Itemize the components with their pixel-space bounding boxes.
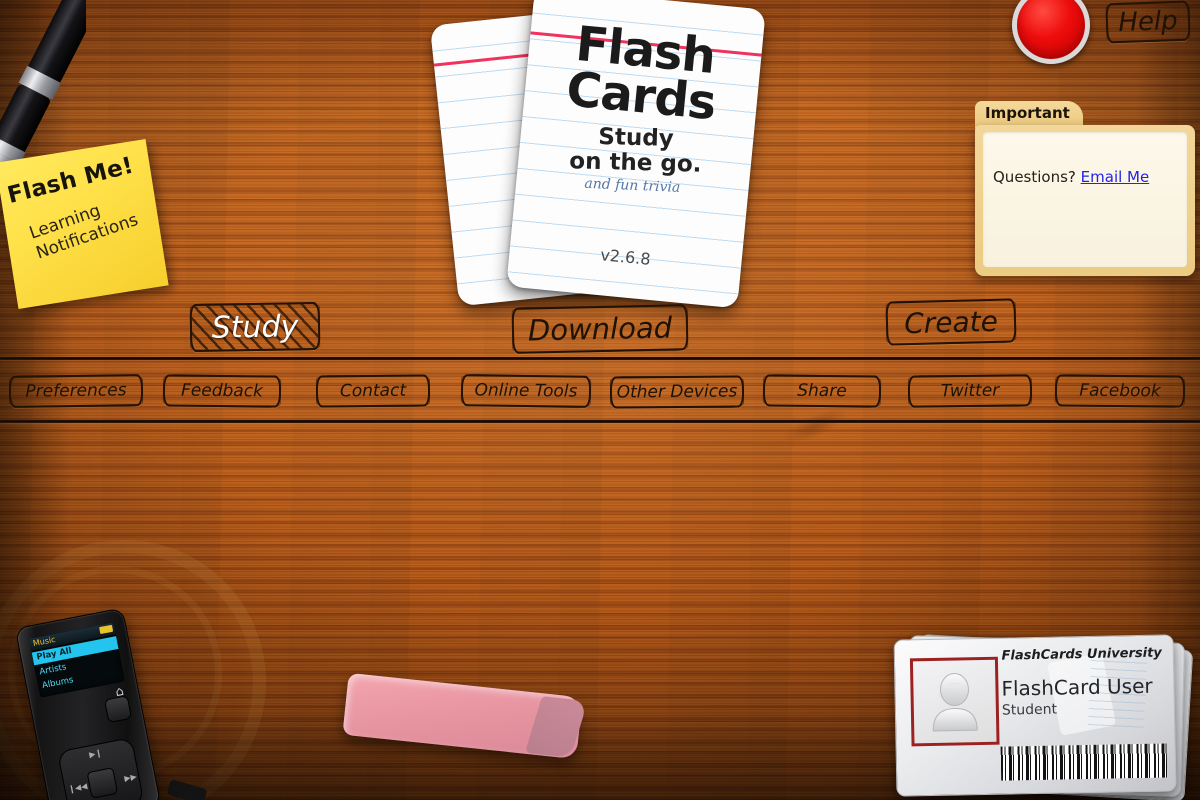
flashcard-front: Flash Cards Study on the go. and fun tri…	[506, 0, 766, 309]
important-note-text-prefix: Questions?	[993, 168, 1076, 186]
nav-button-study-label: Study	[211, 308, 299, 346]
toolbar-button-preferences[interactable]: Preferences	[8, 374, 144, 408]
id-badge-front[interactable]: FlashCards University FlashCard User Stu…	[893, 634, 1177, 797]
help-button-label: Help	[1117, 5, 1179, 39]
sticky-note-flash-me[interactable]: Flash Me! Learning Notifications	[0, 139, 169, 309]
toolbar-button-feedback-label: Feedback	[180, 380, 264, 402]
nav-button-create[interactable]: Create	[885, 298, 1017, 346]
divider-line-bottom	[0, 420, 1200, 423]
barcode-icon	[1000, 743, 1168, 781]
desktop-scene: Flash Me! Learning Notifications Flash C…	[0, 0, 1200, 800]
badge-user-name: FlashCard User	[1001, 673, 1153, 701]
app-tagline: Study on the go.	[519, 123, 752, 179]
nav-button-download[interactable]: Download	[511, 304, 689, 354]
toolbar-button-other-devices-label: Other Devices	[616, 381, 738, 403]
nav-button-study[interactable]: Study	[189, 301, 321, 353]
important-note-tab: Important	[975, 101, 1083, 128]
badge-user-role: Student	[1001, 701, 1058, 719]
help-button[interactable]: Help	[1105, 0, 1191, 44]
important-note-body: Questions? Email Me	[975, 125, 1195, 276]
toolbar-button-online-tools-label: Online Tools	[474, 380, 578, 402]
toolbar-button-preferences-label: Preferences	[25, 380, 127, 402]
nav-button-create-label: Create	[903, 304, 999, 340]
toolbar-button-share-label: Share	[797, 380, 847, 402]
email-me-link[interactable]: Email Me	[1081, 168, 1150, 186]
flashcard-front-content: Flash Cards Study on the go. and fun tri…	[506, 0, 766, 308]
divider-line-top	[0, 357, 1200, 360]
important-note-text: Questions? Email Me	[993, 168, 1149, 186]
mp3-select-button[interactable]	[86, 767, 119, 799]
important-note-paper: Questions? Email Me	[983, 132, 1187, 267]
flashcards-logo: Flash Cards Study on the go. and fun tri…	[429, 0, 782, 316]
toolbar-button-contact-label: Contact	[339, 380, 407, 402]
app-version: v2.6.8	[599, 245, 652, 269]
battery-icon	[99, 624, 114, 635]
toolbar-button-twitter-label: Twitter	[940, 380, 1000, 402]
mp3-home-button[interactable]	[103, 695, 133, 724]
nav-button-download-label: Download	[527, 310, 673, 348]
toolbar-button-other-devices[interactable]: Other Devices	[609, 375, 745, 409]
mp3-player-screen: Music Play All Artists Albums	[28, 622, 125, 698]
avatar	[909, 656, 1000, 747]
toolbar-button-twitter[interactable]: Twitter	[907, 374, 1033, 408]
important-note-tab-label: Important	[985, 104, 1070, 122]
id-badge-stack[interactable]: FlashCards University FlashCard User Stu…	[893, 634, 1194, 800]
toolbar-button-facebook[interactable]: Facebook	[1054, 374, 1186, 408]
badge-university-name: FlashCards University	[1001, 645, 1162, 664]
toolbar-button-facebook-label: Facebook	[1079, 380, 1161, 402]
secondary-toolbar: Preferences Feedback Contact Online Tool…	[0, 372, 1200, 414]
toolbar-button-online-tools[interactable]: Online Tools	[460, 374, 592, 408]
user-silhouette-icon	[932, 673, 978, 732]
toolbar-button-contact[interactable]: Contact	[315, 374, 431, 408]
toolbar-button-feedback[interactable]: Feedback	[162, 374, 282, 408]
toolbar-button-share[interactable]: Share	[762, 374, 882, 408]
important-note-panel: Important Questions? Email Me	[975, 101, 1195, 276]
